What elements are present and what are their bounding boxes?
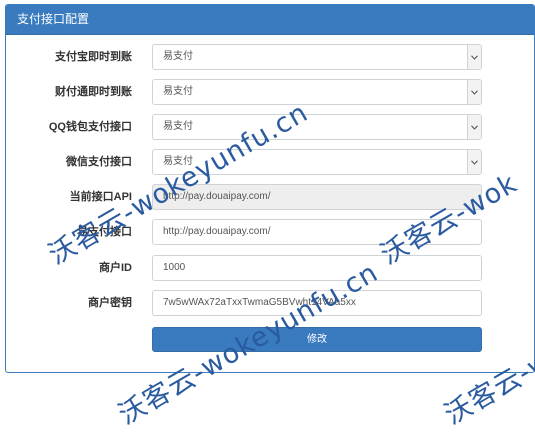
submit-button[interactable]: 修改	[152, 327, 482, 352]
current-api-field: http://pay.douaipay.com/	[152, 184, 482, 210]
merchant-key-label: 商户密钥	[88, 297, 132, 309]
chevron-down-icon	[467, 115, 481, 139]
wechatpay-label: 微信支付接口	[66, 156, 132, 168]
alipay-label: 支付宝即时到账	[55, 51, 132, 63]
form-row-merchant-id: 商户ID 1000	[6, 255, 534, 281]
qqpay-select[interactable]: 易支付	[152, 114, 482, 140]
wechatpay-select-value: 易支付	[163, 156, 193, 167]
merchant-id-label: 商户ID	[99, 262, 132, 274]
current-api-label: 当前接口API	[69, 191, 132, 203]
form-row-wechatpay: 微信支付接口 易支付	[6, 149, 534, 175]
qqpay-select-value: 易支付	[163, 121, 193, 132]
form-row-epay-api: 易支付接口 http://pay.douaipay.com/	[6, 219, 534, 245]
merchant-id-input[interactable]: 1000	[152, 255, 482, 281]
alipay-select[interactable]: 易支付	[152, 44, 482, 70]
merchant-key-input[interactable]: 7w5wWAx72aTxxTwmaG5BVwht14VAa5xx	[152, 290, 482, 316]
qqpay-label: QQ钱包支付接口	[48, 121, 132, 133]
form-row-alipay: 支付宝即时到账 易支付	[6, 44, 534, 70]
form-row-current-api: 当前接口API http://pay.douaipay.com/	[6, 184, 534, 210]
epay-api-label: 易支付接口	[77, 226, 132, 238]
tenpay-label: 财付通即时到账	[55, 86, 132, 98]
form-row-tenpay: 财付通即时到账 易支付	[6, 79, 534, 105]
chevron-down-icon	[467, 150, 481, 174]
tenpay-select[interactable]: 易支付	[152, 79, 482, 105]
wechatpay-select[interactable]: 易支付	[152, 149, 482, 175]
form-row-qqpay: QQ钱包支付接口 易支付	[6, 114, 534, 140]
chevron-down-icon	[467, 45, 481, 69]
tenpay-select-value: 易支付	[163, 86, 193, 97]
alipay-select-value: 易支付	[163, 51, 193, 62]
form-row-merchant-key: 商户密钥 7w5wWAx72aTxxTwmaG5BVwht14VAa5xx	[6, 290, 534, 316]
panel-title: 支付接口配置	[6, 5, 534, 35]
epay-api-input[interactable]: http://pay.douaipay.com/	[152, 219, 482, 245]
payment-config-panel: 支付接口配置 支付宝即时到账 易支付 财付通即时到账 易支付 QQ钱包支付接口 …	[5, 4, 535, 373]
chevron-down-icon	[467, 80, 481, 104]
